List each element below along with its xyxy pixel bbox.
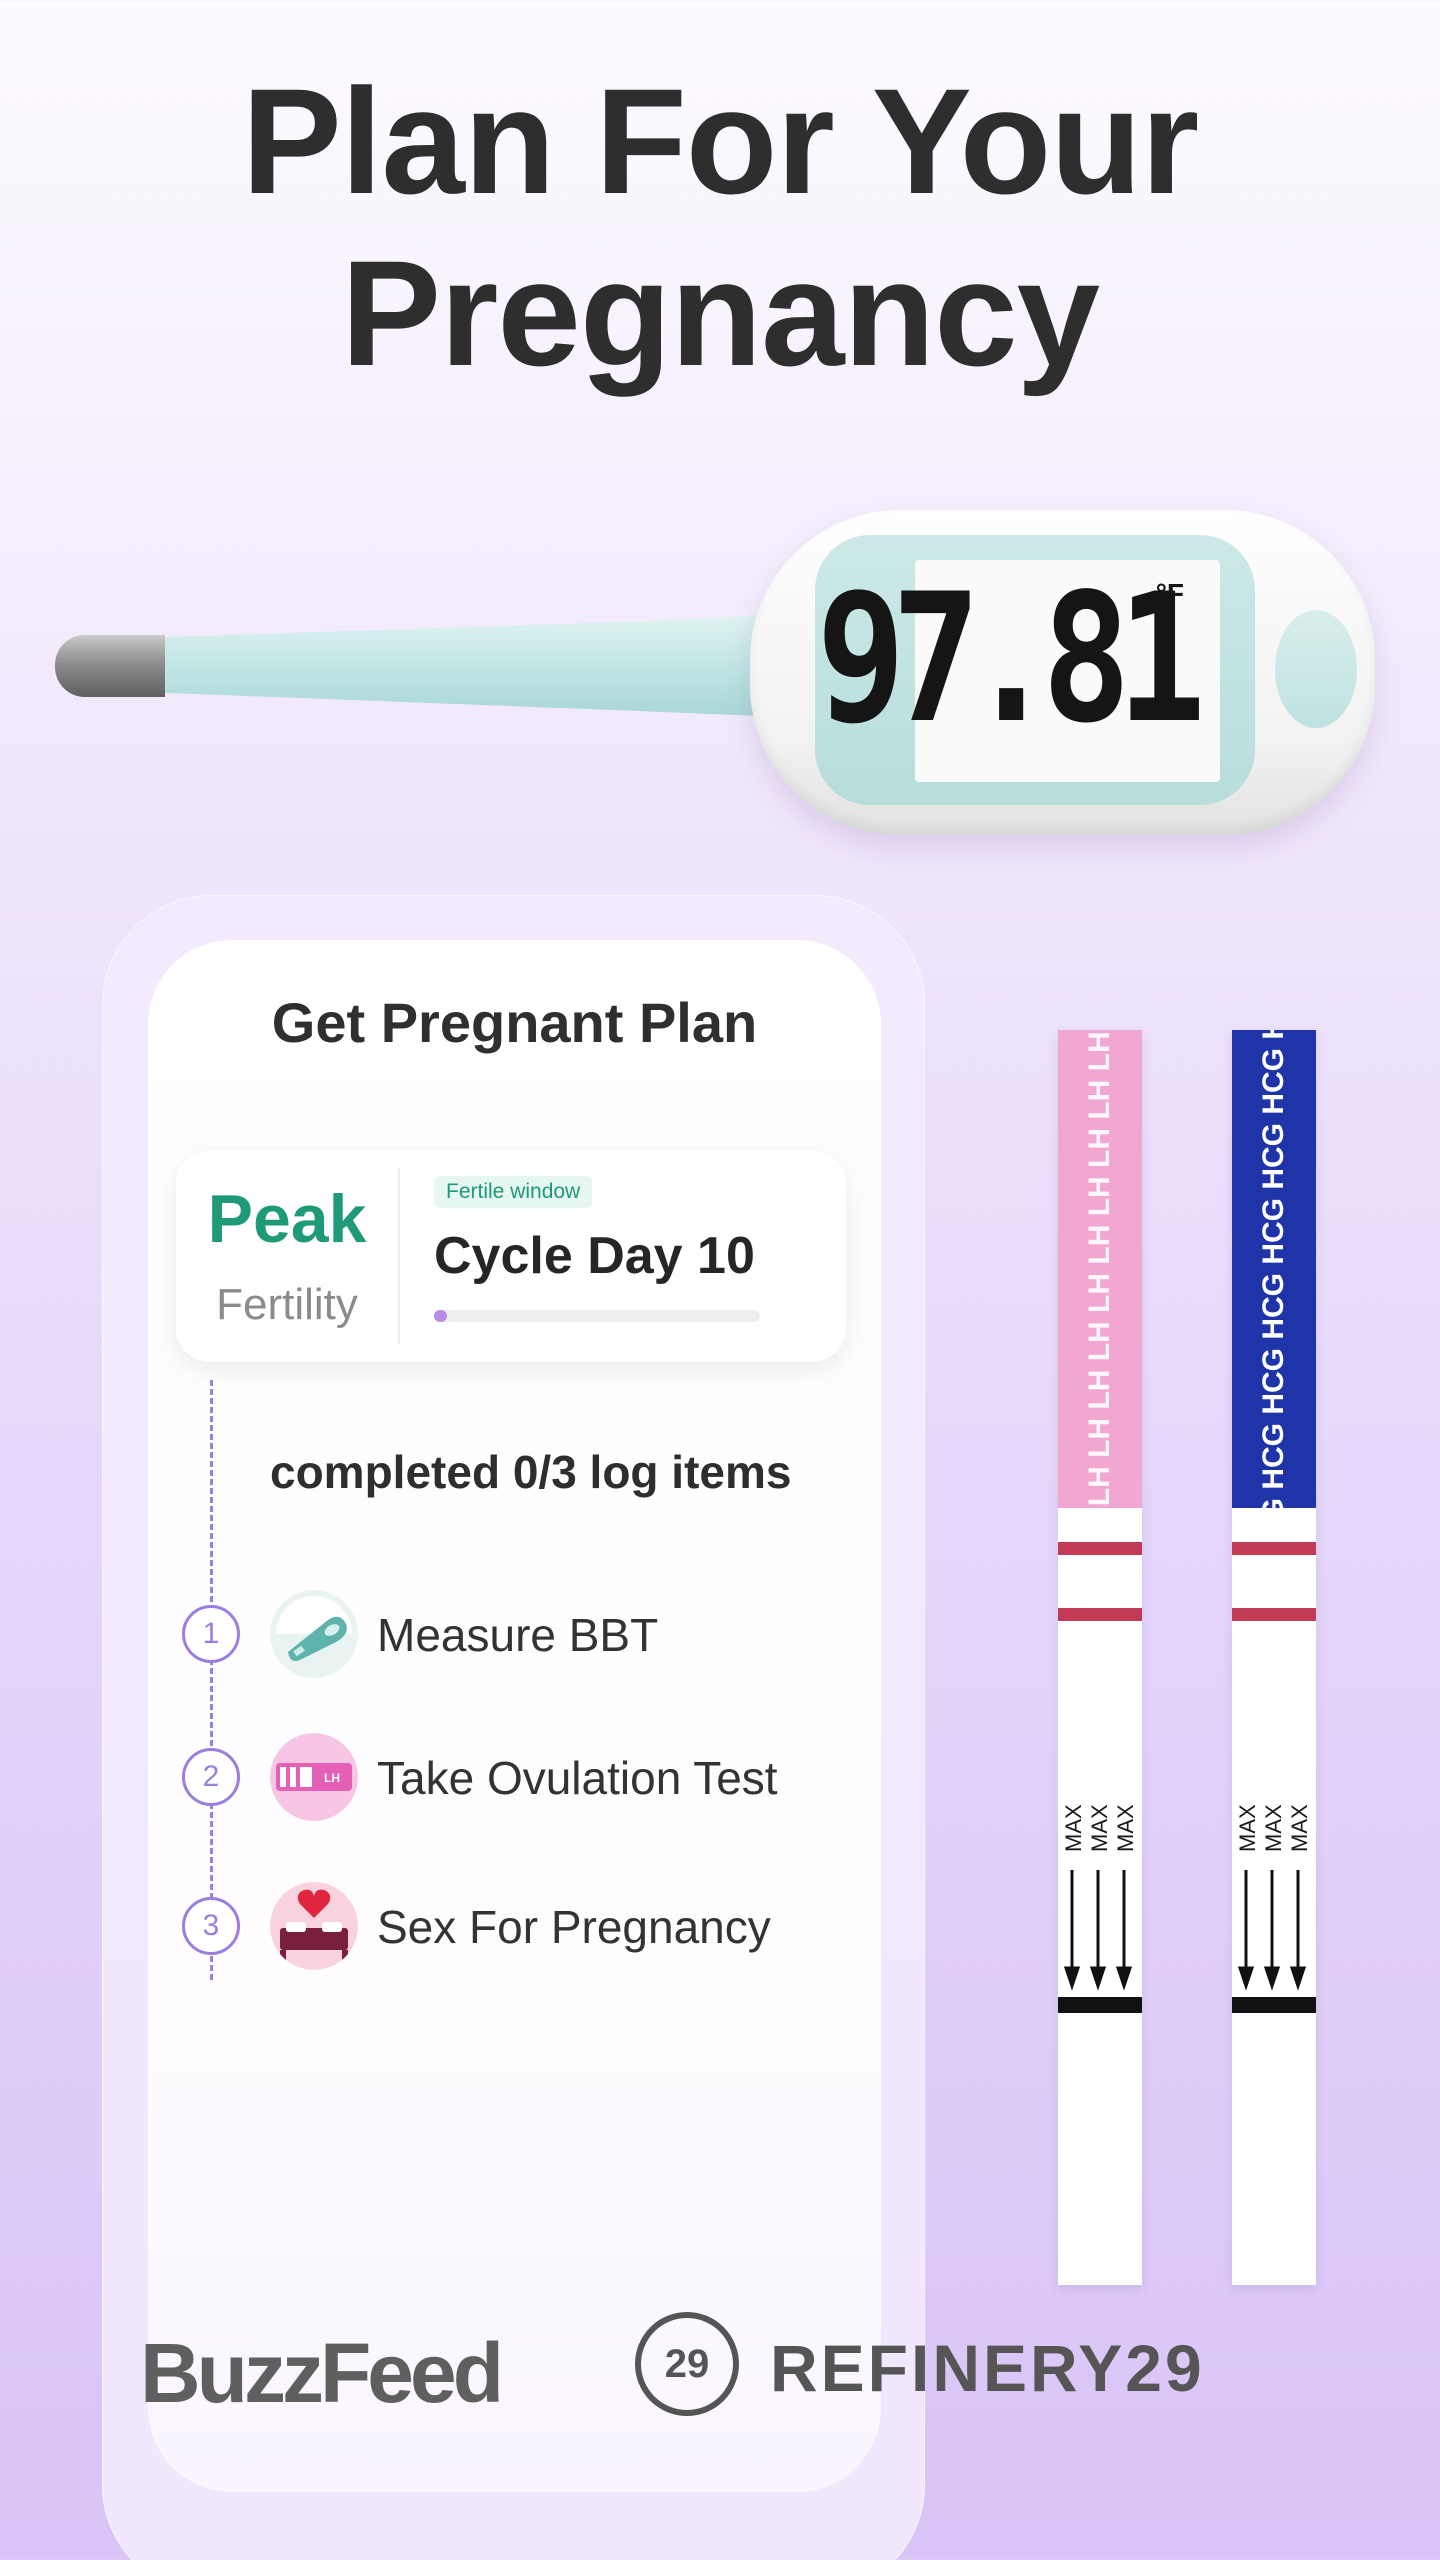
log-item-sex-for-pregnancy[interactable]: 3 Sex For Pregnancy — [180, 1882, 840, 1972]
max-line-labels: MAX MAX MAX — [1061, 1742, 1138, 1852]
cycle-progress-bar — [434, 1310, 760, 1322]
fertility-level: Peak — [207, 1181, 367, 1257]
max-label: MAX — [1235, 1804, 1260, 1852]
dip-line — [1058, 1997, 1142, 2013]
log-item-measure-bbt[interactable]: 1 Measure BBT — [180, 1590, 840, 1680]
strip-hcg-text: HCG HCG HCG HCG HCG HCG HCG HCG — [1257, 1030, 1290, 1508]
fertile-window-badge: Fertile window — [434, 1176, 593, 1208]
dip-line — [1232, 1997, 1316, 2013]
max-line-labels: MAX MAX MAX — [1235, 1742, 1312, 1852]
pregnancy-test-strip: HCG HCG HCG HCG HCG HCG HCG HCG MAX MAX … — [1232, 1030, 1316, 2285]
bed-heart-icon — [270, 1882, 358, 1970]
strip-lh-text: LH LH LH LH LH LH LH LH LH LH LH LH — [1083, 1030, 1116, 1508]
step-number-2: 2 — [182, 1748, 240, 1806]
refinery29-wordmark: REFINERY29 — [770, 2331, 1205, 2405]
log-item-label: Measure BBT — [377, 1609, 659, 1661]
max-label: MAX — [1087, 1804, 1112, 1852]
test-line — [1058, 1608, 1142, 1621]
step-number-1: 1 — [182, 1605, 240, 1663]
thermometer-button — [1275, 610, 1357, 728]
log-item-ovulation-test[interactable]: 2 LH Take Ovulation Test — [180, 1733, 840, 1823]
test-line — [1232, 1608, 1316, 1621]
thermometer-tip — [55, 635, 165, 697]
plan-title: Get Pregnant Plan — [271, 991, 758, 1054]
thermometer-panel: °F 97.81 — [815, 535, 1255, 805]
max-label: MAX — [1113, 1804, 1138, 1852]
card-divider — [398, 1168, 400, 1344]
ovulation-test-strip: LH LH LH LH LH LH LH LH LH LH LH LH MAX … — [1058, 1030, 1142, 2285]
control-line — [1058, 1542, 1142, 1555]
headline-line-1: Plan For Your — [241, 57, 1200, 225]
thermometer-screen: °F 97.81 — [816, 556, 1220, 782]
strip-handle-lh: LH LH LH LH LH LH LH LH LH LH LH LH — [1058, 1030, 1142, 1508]
thermometer-icon — [270, 1590, 358, 1678]
cycle-progress-fill — [434, 1310, 448, 1322]
thermometer-illustration: °F 97.81 — [0, 500, 1440, 860]
strip-handle-hcg: HCG HCG HCG HCG HCG HCG HCG HCG — [1232, 1030, 1316, 1508]
fertility-card[interactable]: Peak Fertility Fertile window Cycle Day … — [176, 1150, 846, 1362]
page-headline: Plan For Your Pregnancy — [0, 55, 1440, 399]
max-label: MAX — [1287, 1804, 1312, 1852]
thermometer-body: °F 97.81 — [750, 510, 1375, 835]
log-item-label: Take Ovulation Test — [377, 1752, 778, 1804]
step-number-3: 3 — [182, 1897, 240, 1955]
svg-text:LH: LH — [324, 1771, 340, 1785]
refinery29-mark: 29 — [635, 2312, 739, 2416]
control-line — [1232, 1542, 1316, 1555]
headline-line-2: Pregnancy — [341, 229, 1100, 397]
cycle-day: Cycle Day 10 — [434, 1227, 755, 1285]
dip-arrows-icon — [1063, 1870, 1133, 1990]
log-item-label: Sex For Pregnancy — [377, 1901, 771, 1953]
completed-log-count: completed 0/3 log items — [270, 1446, 792, 1498]
dip-arrows-icon — [1237, 1870, 1307, 1990]
max-label: MAX — [1061, 1804, 1086, 1852]
max-label: MAX — [1261, 1804, 1286, 1852]
fertility-label: Fertility — [216, 1280, 358, 1329]
refinery29-logo: 29 REFINERY29 — [635, 2312, 1202, 2422]
fertility-status: Peak Fertility — [176, 1150, 398, 1362]
buzzfeed-logo: BuzzFeed — [140, 2326, 504, 2420]
temperature-reading: 97.81 — [816, 555, 1206, 762]
ovulation-test-icon: LH — [270, 1733, 358, 1821]
